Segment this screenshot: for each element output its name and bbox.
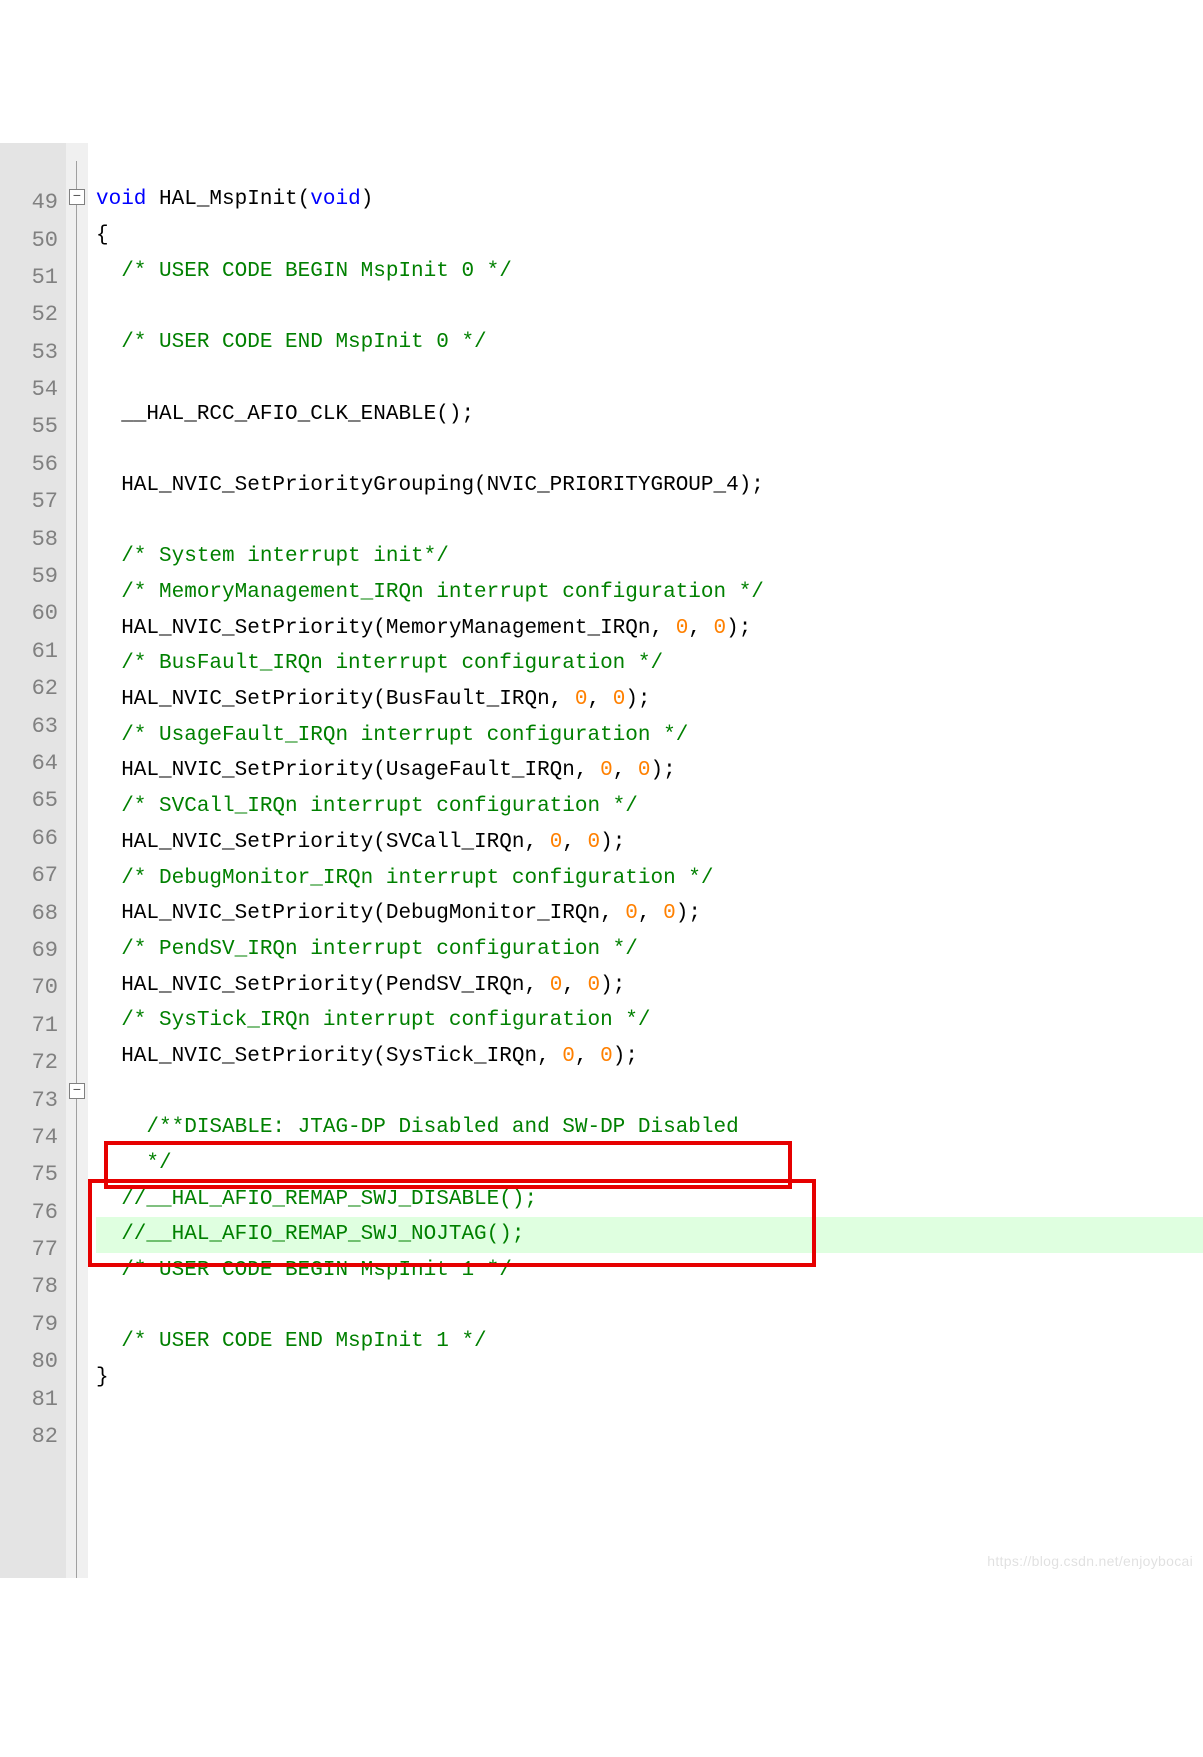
line-number: 73 bbox=[32, 1088, 58, 1113]
line-number: 79 bbox=[32, 1312, 58, 1337]
line-number: 71 bbox=[32, 1013, 58, 1038]
line-number: 70 bbox=[32, 975, 58, 1000]
code-line bbox=[96, 510, 109, 533]
line-number: 69 bbox=[32, 938, 58, 963]
code-line bbox=[96, 296, 109, 319]
line-number: 53 bbox=[32, 340, 58, 365]
code-line bbox=[96, 1295, 109, 1318]
line-number: 72 bbox=[32, 1050, 58, 1075]
line-number: 66 bbox=[32, 826, 58, 851]
line-number: 50 bbox=[32, 228, 58, 253]
code-line: /* USER CODE BEGIN MspInit 0 */ bbox=[96, 260, 512, 283]
code-line: HAL_NVIC_SetPriority(PendSV_IRQn, 0, 0); bbox=[96, 974, 625, 997]
code-line bbox=[96, 438, 109, 461]
watermark-text: https://blog.csdn.net/enjoybocai bbox=[987, 1550, 1193, 1574]
code-area[interactable]: void HAL_MspInit(void) { /* USER CODE BE… bbox=[88, 143, 1203, 1579]
line-number: 64 bbox=[32, 751, 58, 776]
code-line: /* UsageFault_IRQn interrupt configurati… bbox=[96, 724, 688, 747]
code-line: /* System interrupt init*/ bbox=[96, 545, 449, 568]
code-line: HAL_NVIC_SetPriority(SVCall_IRQn, 0, 0); bbox=[96, 831, 625, 854]
code-line: /* USER CODE END MspInit 0 */ bbox=[96, 331, 487, 354]
code-line bbox=[96, 1081, 109, 1104]
line-number: 59 bbox=[32, 564, 58, 589]
line-number: 67 bbox=[32, 863, 58, 888]
annotation-box bbox=[104, 1141, 792, 1189]
line-number: 78 bbox=[32, 1274, 58, 1299]
code-line: HAL_NVIC_SetPriority(UsageFault_IRQn, 0,… bbox=[96, 759, 676, 782]
line-number: 58 bbox=[32, 527, 58, 552]
code-line: HAL_NVIC_SetPriority(DebugMonitor_IRQn, … bbox=[96, 902, 701, 925]
line-number: 81 bbox=[32, 1387, 58, 1412]
code-line: /* USER CODE BEGIN MspInit 1 */ bbox=[96, 1259, 512, 1282]
code-line: HAL_NVIC_SetPriorityGrouping(NVIC_PRIORI… bbox=[96, 474, 764, 497]
code-line: /* USER CODE END MspInit 1 */ bbox=[96, 1330, 487, 1353]
code-line: HAL_NVIC_SetPriority(BusFault_IRQn, 0, 0… bbox=[96, 688, 651, 711]
code-editor[interactable]: 49 50 51 52 53 54 55 56 57 58 59 60 61 6… bbox=[0, 143, 1203, 1579]
line-number: 60 bbox=[32, 601, 58, 626]
code-line-highlighted: //__HAL_AFIO_REMAP_SWJ_NOJTAG(); bbox=[96, 1217, 1203, 1253]
line-number: 82 bbox=[32, 1424, 58, 1449]
line-number: 63 bbox=[32, 714, 58, 739]
code-line: /* PendSV_IRQn interrupt configuration *… bbox=[96, 938, 638, 961]
line-number: 55 bbox=[32, 414, 58, 439]
code-line: //__HAL_AFIO_REMAP_SWJ_DISABLE(); bbox=[96, 1188, 537, 1211]
line-number: 52 bbox=[32, 302, 58, 327]
code-line: /**DISABLE: JTAG-DP Disabled and SW-DP D… bbox=[96, 1116, 739, 1139]
fold-toggle-icon[interactable]: − bbox=[69, 1083, 85, 1099]
line-number: 76 bbox=[32, 1200, 58, 1225]
line-number: 49 bbox=[32, 190, 58, 215]
fold-column: − − bbox=[66, 143, 88, 1579]
line-number: 56 bbox=[32, 452, 58, 477]
code-line: HAL_NVIC_SetPriority(MemoryManagement_IR… bbox=[96, 617, 751, 640]
code-line: /* SysTick_IRQn interrupt configuration … bbox=[96, 1009, 651, 1032]
line-number: 74 bbox=[32, 1125, 58, 1150]
line-number: 62 bbox=[32, 676, 58, 701]
code-line: /* DebugMonitor_IRQn interrupt configura… bbox=[96, 867, 714, 890]
code-line: /* BusFault_IRQn interrupt configuration… bbox=[96, 652, 663, 675]
line-number: 65 bbox=[32, 788, 58, 813]
line-number: 80 bbox=[32, 1349, 58, 1374]
code-line: { bbox=[96, 224, 109, 247]
code-line: void HAL_MspInit(void) bbox=[96, 188, 373, 211]
line-number: 75 bbox=[32, 1162, 58, 1187]
line-number: 57 bbox=[32, 489, 58, 514]
code-line: __HAL_RCC_AFIO_CLK_ENABLE(); bbox=[96, 403, 474, 426]
fold-toggle-icon[interactable]: − bbox=[69, 189, 85, 205]
line-number-gutter: 49 50 51 52 53 54 55 56 57 58 59 60 61 6… bbox=[0, 143, 66, 1579]
code-line bbox=[96, 367, 109, 390]
line-number: 61 bbox=[32, 639, 58, 664]
code-line: /* SVCall_IRQn interrupt configuration *… bbox=[96, 795, 638, 818]
code-line: } bbox=[96, 1366, 109, 1389]
code-line: HAL_NVIC_SetPriority(SysTick_IRQn, 0, 0)… bbox=[96, 1045, 638, 1068]
code-line: */ bbox=[96, 1152, 172, 1175]
code-line: /* MemoryManagement_IRQn interrupt confi… bbox=[96, 581, 764, 604]
line-number: 68 bbox=[32, 901, 58, 926]
line-number: 51 bbox=[32, 265, 58, 290]
line-number: 54 bbox=[32, 377, 58, 402]
line-number: 77 bbox=[32, 1237, 58, 1262]
